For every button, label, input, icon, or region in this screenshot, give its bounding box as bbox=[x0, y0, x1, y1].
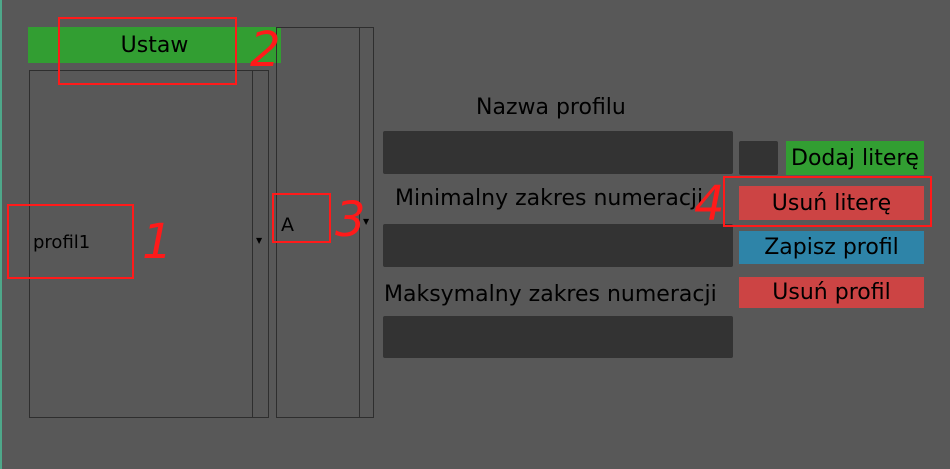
letter-list-item[interactable]: A bbox=[281, 214, 294, 236]
save-profile-button[interactable]: Zapisz profil bbox=[739, 231, 924, 264]
profile-list-item[interactable]: profil1 bbox=[33, 232, 90, 253]
letter-input[interactable] bbox=[739, 141, 778, 175]
letter-dropdown-arrow-icon[interactable]: ▼ bbox=[363, 217, 369, 226]
remove-profile-button[interactable]: Usuń profil bbox=[739, 277, 924, 308]
max-range-input[interactable] bbox=[383, 316, 733, 358]
remove-letter-button[interactable]: Usuń literę bbox=[739, 186, 924, 220]
profile-name-label: Nazwa profilu bbox=[476, 95, 626, 120]
min-range-label: Minimalny zakres numeracji bbox=[395, 186, 704, 211]
min-range-input[interactable] bbox=[383, 224, 733, 267]
profile-name-input[interactable] bbox=[383, 131, 733, 174]
set-button[interactable]: Ustaw bbox=[28, 27, 281, 63]
add-letter-button[interactable]: Dodaj literę bbox=[786, 141, 924, 175]
profile-dropdown-arrow-icon[interactable]: ▼ bbox=[256, 236, 262, 245]
window-edge bbox=[0, 0, 2, 469]
max-range-label: Maksymalny zakres numeracji bbox=[384, 282, 717, 307]
